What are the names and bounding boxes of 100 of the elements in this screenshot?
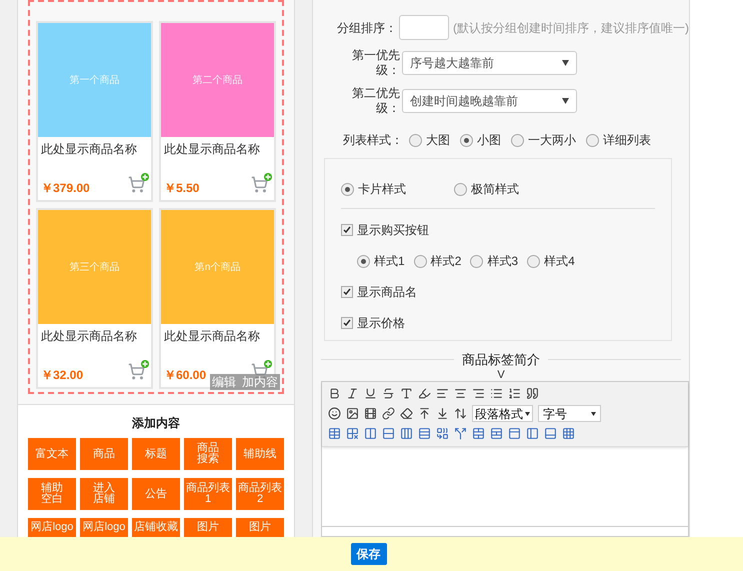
radio-label: 极简样式 [471,181,519,198]
highlight-icon[interactable] [418,387,431,400]
product-price: ￥60.00 [164,369,206,381]
numbered-list-icon[interactable] [508,387,521,400]
add-content-button[interactable]: 店铺收藏 [132,518,180,537]
panel-bottom-icon[interactable] [544,427,557,440]
sort-input-field[interactable] [399,15,449,40]
add-content-button[interactable]: 辅助线 [236,438,284,470]
add-content-button[interactable]: 网店logo [28,518,76,537]
radio-label: 大图 [426,132,450,149]
product-price: ￥379.00 [41,182,90,194]
quote-icon[interactable] [526,387,539,400]
font-color-icon[interactable] [400,387,413,400]
bullet-list-icon[interactable] [490,387,503,400]
columns-icon[interactable] [364,427,377,440]
split-table-icon[interactable] [490,427,503,440]
checkbox[interactable] [341,286,353,298]
emoji-icon[interactable] [328,407,341,420]
align-center-icon[interactable] [454,387,467,400]
add-content-button[interactable]: 商品列表 1 [184,478,232,510]
underline-icon[interactable] [364,387,377,400]
link-icon[interactable] [382,407,395,420]
add-content-button[interactable]: 网店logo [80,518,128,537]
add-content-button[interactable]: 公告 [132,478,180,510]
radio-button[interactable] [511,134,524,146]
radio-label: 样式2 [430,253,462,270]
merge-cells-icon[interactable] [436,427,449,440]
spacing-below-icon[interactable] [436,407,449,420]
radio-label: 小图 [477,132,501,149]
video-icon[interactable] [364,407,377,420]
add-to-cart-icon[interactable] [251,176,269,194]
rows-icon[interactable] [382,427,395,440]
priority-select[interactable]: 创建时间越晚越靠前 [402,89,577,113]
spacing-above-icon[interactable] [418,407,431,420]
radio-button[interactable] [527,254,540,268]
image-icon[interactable] [346,407,359,420]
radio-button[interactable] [470,254,484,268]
checkbox[interactable] [341,224,353,236]
table-icon[interactable] [328,427,341,440]
add-to-cart-icon[interactable] [128,176,146,194]
dropdown-caret-icon [562,60,569,66]
image-label: 第n个商品 [194,260,240,274]
add-content-button[interactable]: 商品列表 2 [236,478,284,510]
add-content-button[interactable]: 商品 搜索 [184,438,232,470]
priority-select[interactable]: 序号越大越靠前 [402,51,577,75]
radio-button[interactable] [341,182,354,196]
add-content-button[interactable]: 标题 [132,438,180,470]
field-label: 第二优先级： [351,86,400,116]
field-label: 列表样式： [343,132,403,149]
merge-table-icon[interactable] [472,427,485,440]
save-button[interactable]: 保存 [350,543,386,565]
add-content-button[interactable]: 富文本 [28,438,76,470]
radio-button[interactable] [454,182,467,196]
radio-button[interactable] [409,134,422,146]
section-title: 商品标签简介 [461,351,541,369]
add-content-button[interactable]: 商品 [80,438,128,470]
insert-column-icon[interactable] [400,427,413,440]
insert-row-icon[interactable] [418,427,431,440]
panel-left-icon[interactable] [526,427,539,440]
image-label: 第一个商品 [70,74,120,88]
radio-label: 卡片样式 [358,181,406,198]
hint-text: (默认按分组创建时间排序，建议排序值唯一) [453,20,689,36]
checkbox-label: 显示商品名 [357,284,417,301]
product-name: 此处显示商品名称 [163,328,261,342]
radio-button[interactable] [460,134,473,146]
overlay-action[interactable]: 编辑 [212,374,236,390]
eraser-icon[interactable] [400,407,413,420]
product-price: ￥32.00 [41,369,84,381]
strikethrough-icon[interactable] [382,387,395,400]
radio-label: 样式3 [487,253,518,270]
checkbox-label: 显示价格 [357,315,405,332]
bold-icon[interactable] [328,387,341,400]
align-right-icon[interactable] [472,387,485,400]
add-content-button[interactable]: 辅助 空白 [28,478,76,510]
split-icon[interactable] [454,427,467,440]
font-size-select[interactable]: 字号 [538,405,601,422]
add-content-button[interactable]: 进入 店铺 [80,478,128,510]
dropdown-caret-icon [525,412,530,416]
field-label: 分组排序： [336,20,397,36]
checkbox[interactable] [341,317,353,329]
image-label: 第三个商品 [70,260,120,274]
radio-button[interactable] [586,134,599,146]
paragraph-format-select[interactable]: 段落格式 [472,405,533,422]
product-price: ￥5.50 [164,182,200,194]
add-to-cart-icon[interactable] [128,363,146,381]
overlay-action[interactable]: 加内容 [242,374,278,390]
italic-icon[interactable] [346,387,359,400]
panel-top-icon[interactable] [508,427,521,440]
add-content-button[interactable]: 图片 [236,518,284,537]
radio-button[interactable] [414,254,427,268]
panel-title: 添加内容 [132,415,180,432]
radio-button[interactable] [357,254,370,268]
delete-table-icon[interactable] [346,427,359,440]
radio-label: 详细列表 [603,132,651,149]
dropdown-caret-icon [591,412,596,416]
line-height-icon[interactable] [454,407,467,420]
grid-icon[interactable] [562,427,575,440]
product-name: 此处显示商品名称 [40,328,138,342]
add-content-button[interactable]: 图片 [184,518,232,537]
align-left-icon[interactable] [436,387,449,400]
